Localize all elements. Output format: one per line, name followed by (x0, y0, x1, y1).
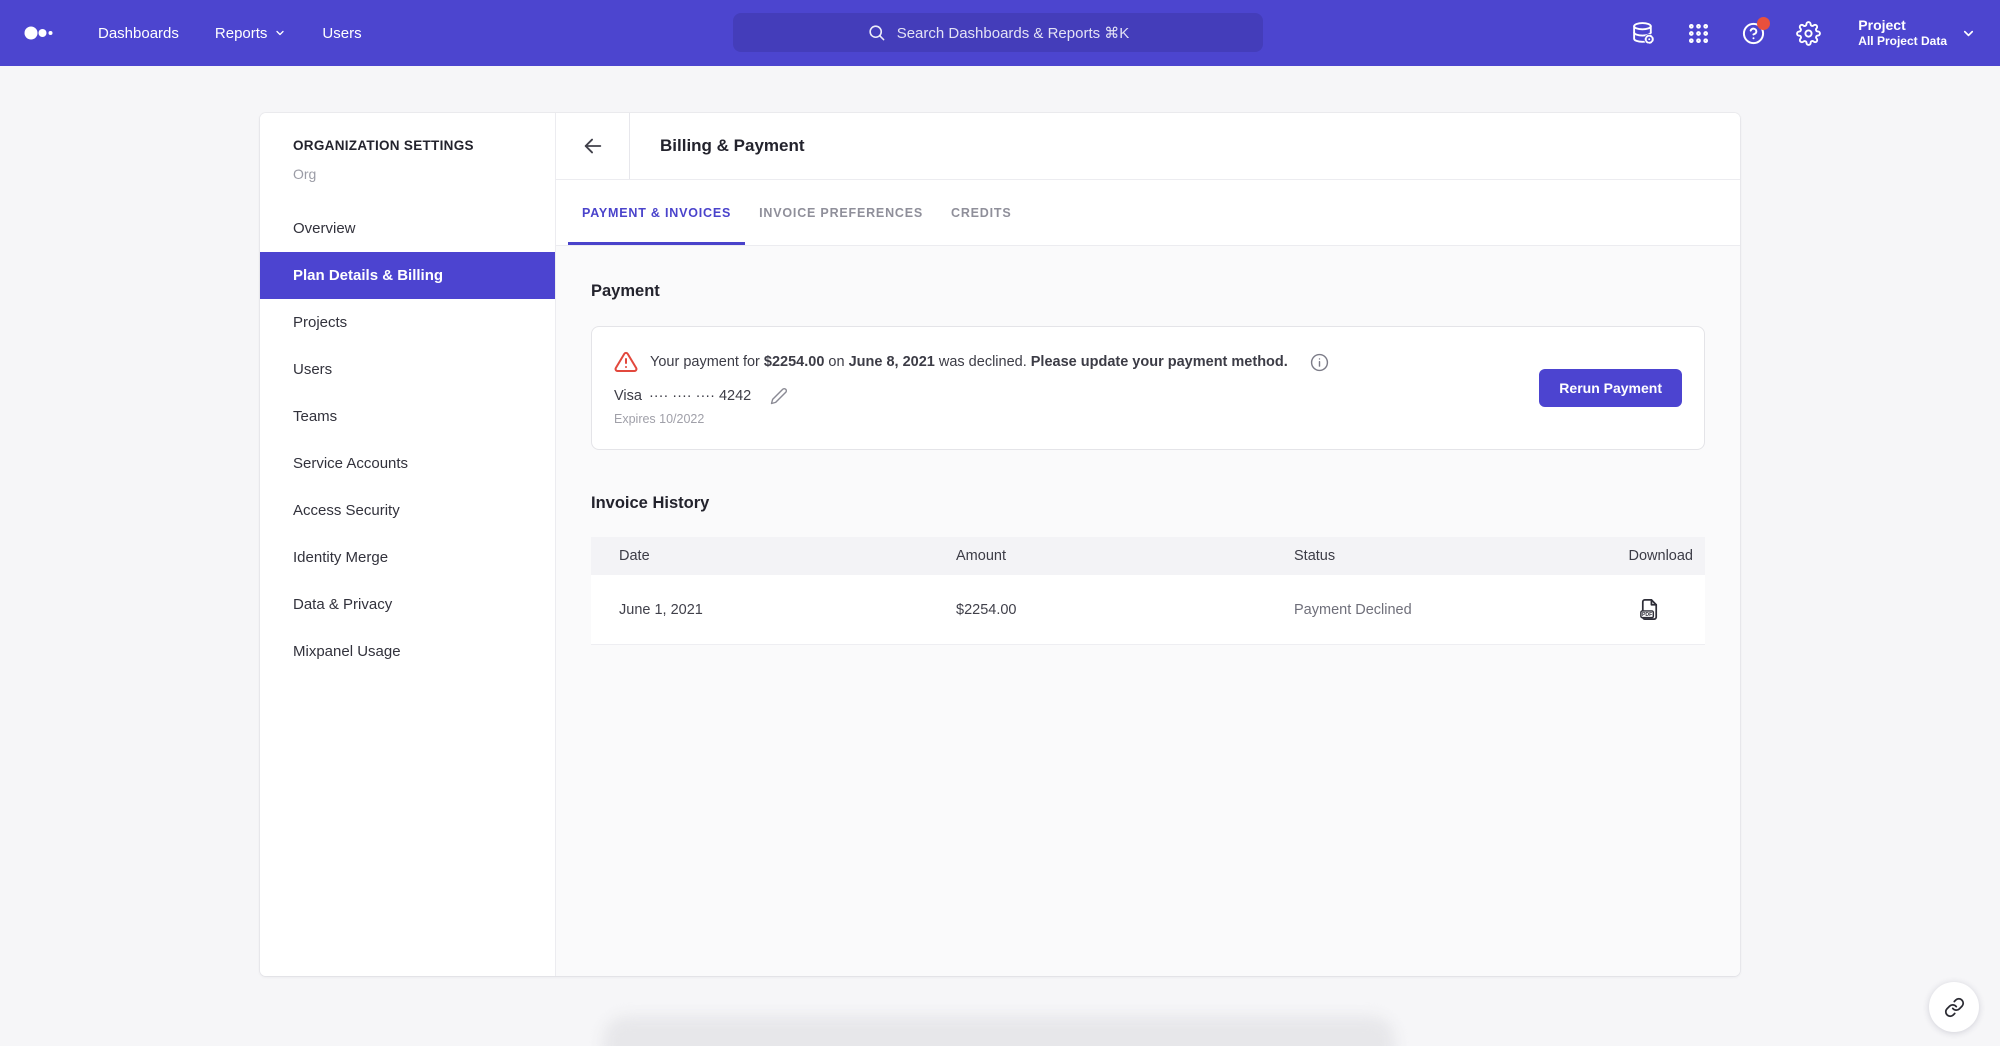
data-management-button[interactable] (1630, 20, 1656, 46)
billing-tabs: PAYMENT & INVOICES INVOICE PREFERENCES C… (556, 180, 1740, 246)
tab-content: Payment Your payment for $2254.00 on Jun… (556, 246, 1740, 976)
primary-nav: Dashboards Reports Users (98, 25, 362, 42)
svg-text:PDF: PDF (1641, 612, 1651, 618)
mixpanel-logo[interactable] (24, 23, 54, 43)
payment-declined-message: Your payment for $2254.00 on June 8, 202… (614, 350, 1329, 374)
arrow-left-icon (582, 135, 604, 157)
link-icon (1944, 997, 1965, 1018)
sidebar-item-data-privacy[interactable]: Data & Privacy (260, 581, 555, 628)
sidebar-item-service-accounts[interactable]: Service Accounts (260, 440, 555, 487)
pdf-file-icon: PDF (1638, 598, 1661, 621)
global-search-input[interactable]: Search Dashboards & Reports ⌘K (733, 13, 1263, 52)
sidebar-item-projects[interactable]: Projects (260, 299, 555, 346)
offscreen-element-shadow (603, 1016, 1395, 1046)
rerun-payment-button[interactable]: Rerun Payment (1539, 369, 1682, 407)
mixpanel-logo-icon (24, 23, 54, 43)
invoice-amount: $2254.00 (956, 602, 1294, 618)
top-navbar: Dashboards Reports Users Search Dashboar… (0, 0, 2000, 66)
nav-item-label: Reports (215, 25, 268, 42)
sidebar-title: ORGANIZATION SETTINGS (293, 138, 522, 153)
project-value: All Project Data (1858, 34, 1947, 49)
sidebar-item-mixpanel-usage[interactable]: Mixpanel Usage (260, 628, 555, 675)
nav-item-reports[interactable]: Reports (215, 25, 287, 42)
database-gear-icon (1631, 21, 1656, 46)
payment-alert-card: Your payment for $2254.00 on June 8, 202… (591, 326, 1705, 450)
sidebar-item-teams[interactable]: Teams (260, 393, 555, 440)
invoice-table-header: Date Amount Status Download (591, 537, 1705, 575)
search-icon (867, 23, 886, 42)
help-button[interactable] (1740, 20, 1766, 46)
card-expiry: Expires 10/2022 (614, 412, 1329, 426)
chevron-down-icon (274, 27, 286, 39)
card-brand: Visa (614, 388, 642, 404)
nav-item-label: Dashboards (98, 25, 179, 42)
back-button[interactable] (556, 113, 630, 179)
gear-icon (1796, 21, 1821, 46)
invoice-date: June 1, 2021 (619, 602, 956, 618)
column-header-download: Download (1601, 548, 1697, 564)
org-name: Org (293, 166, 522, 182)
sidebar-item-access-security[interactable]: Access Security (260, 487, 555, 534)
card-masked-number: ···· ···· ···· 4242 (649, 388, 751, 404)
payment-section-title: Payment (591, 282, 1705, 301)
search-placeholder: Search Dashboards & Reports ⌘K (897, 24, 1130, 42)
invoice-status: Payment Declined (1294, 602, 1601, 618)
tab-credits[interactable]: CREDITS (937, 180, 1025, 245)
download-pdf-button[interactable]: PDF (1638, 598, 1661, 621)
info-icon[interactable] (1310, 353, 1329, 372)
column-header-date: Date (619, 548, 956, 564)
nav-item-users[interactable]: Users (322, 25, 361, 42)
grid-icon (1687, 22, 1710, 45)
project-selector[interactable]: Project All Project Data (1858, 17, 1976, 50)
sidebar-item-overview[interactable]: Overview (260, 205, 555, 252)
notification-badge (1757, 17, 1770, 30)
sidebar-item-plan-details-billing[interactable]: Plan Details & Billing (260, 252, 555, 299)
column-header-status: Status (1294, 548, 1601, 564)
nav-item-dashboards[interactable]: Dashboards (98, 25, 179, 42)
alert-triangle-icon (614, 350, 638, 374)
sidebar-nav: Overview Plan Details & Billing Projects… (260, 205, 555, 675)
chevron-down-icon (1961, 26, 1976, 41)
content-header: Billing & Payment (556, 113, 1740, 180)
invoice-history-title: Invoice History (591, 494, 1705, 513)
sidebar-item-identity-merge[interactable]: Identity Merge (260, 534, 555, 581)
nav-item-label: Users (322, 25, 361, 42)
apps-grid-button[interactable] (1685, 20, 1711, 46)
project-selector-text: Project All Project Data (1858, 17, 1947, 50)
warning-text: Your payment for $2254.00 on June 8, 202… (650, 354, 1288, 370)
billing-content: Billing & Payment PAYMENT & INVOICES INV… (556, 113, 1740, 976)
invoice-table: Date Amount Status Download June 1, 2021… (591, 537, 1705, 645)
invoice-row: June 1, 2021 $2254.00 Payment Declined P… (591, 575, 1705, 645)
sidebar-item-users[interactable]: Users (260, 346, 555, 393)
org-settings-panel: ORGANIZATION SETTINGS Org Overview Plan … (260, 113, 1740, 976)
settings-button[interactable] (1795, 20, 1821, 46)
tab-invoice-preferences[interactable]: INVOICE PREFERENCES (745, 180, 937, 245)
navbar-actions: Project All Project Data (1630, 17, 1976, 50)
edit-payment-button[interactable] (770, 387, 788, 405)
tab-payment-invoices[interactable]: PAYMENT & INVOICES (568, 180, 745, 245)
project-label: Project (1858, 17, 1947, 35)
payment-method: Visa ···· ···· ···· 4242 (614, 387, 1329, 405)
copy-link-button[interactable] (1929, 982, 1979, 1032)
column-header-amount: Amount (956, 548, 1294, 564)
settings-sidebar: ORGANIZATION SETTINGS Org Overview Plan … (260, 113, 556, 976)
page-title: Billing & Payment (630, 113, 805, 179)
